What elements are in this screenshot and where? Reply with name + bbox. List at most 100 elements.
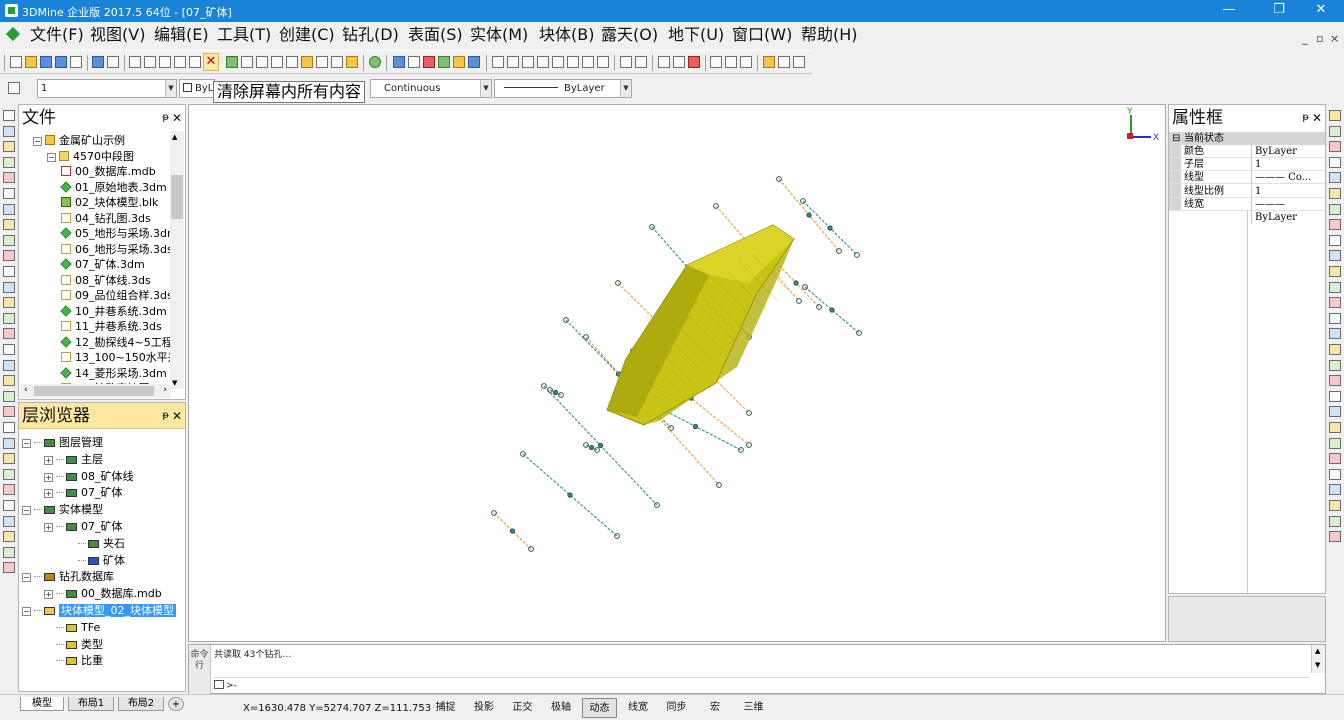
maximize-button[interactable]: ❐ — [1256, 0, 1302, 22]
modify-tool-icon[interactable] — [1329, 203, 1341, 215]
mdi-minimize-button[interactable]: _ — [1302, 32, 1308, 45]
command-input[interactable]: >- — [214, 677, 1309, 693]
property-row[interactable]: 线宽 ——— ByLayer — [1169, 197, 1325, 224]
layer-select[interactable]: 1 ▼ — [37, 79, 177, 98]
status-toggle-dynamic[interactable]: 动态 — [582, 698, 617, 718]
file-item[interactable]: 10_井巷系统.3dm — [60, 304, 167, 319]
menu-view[interactable]: 视图(V) — [90, 25, 145, 45]
collapse-icon[interactable]: − — [33, 137, 42, 146]
plot-icon[interactable] — [107, 56, 119, 68]
tab-layout1[interactable]: 布局1 — [68, 697, 114, 711]
menu-window[interactable]: 窗口(W) — [732, 25, 792, 45]
modify-tool-icon[interactable] — [1329, 406, 1341, 418]
modify-tool-icon[interactable] — [1329, 437, 1341, 449]
layer-lock-icon[interactable] — [740, 56, 752, 68]
property-section-header[interactable]: ⊟ 当前状态 — [1169, 132, 1325, 145]
file-item[interactable]: 04_钻孔图.3ds — [61, 211, 151, 226]
modify-tool-icon[interactable] — [1329, 234, 1341, 246]
add-layout-button[interactable]: + — [168, 697, 184, 711]
draw-tool-icon[interactable] — [3, 531, 15, 543]
layer-tree-item[interactable]: +00_数据库.mdb — [44, 586, 162, 601]
draw-tool-icon[interactable] — [3, 250, 15, 262]
modify-tool-icon[interactable] — [1329, 422, 1341, 433]
cross-icon[interactable] — [537, 56, 549, 68]
lineweight-select[interactable]: ByLayer ▼ — [494, 79, 632, 98]
zoom-window-icon[interactable] — [226, 56, 238, 68]
zoom-extents-icon[interactable] — [256, 56, 268, 68]
layers-icon[interactable] — [8, 82, 20, 94]
file-item[interactable]: 11_井巷系统.3ds — [61, 319, 162, 334]
expand-icon[interactable]: − — [22, 439, 31, 448]
clear-screen-button[interactable]: ✕ — [203, 53, 219, 71]
layer-tree-item[interactable]: − 实体模型 — [22, 502, 103, 517]
save-as-icon[interactable] — [55, 56, 67, 68]
tree-root-project[interactable]: − 金属矿山示例 — [33, 133, 125, 148]
property-row[interactable]: 子层 1 — [1169, 158, 1325, 172]
draw-tool-icon[interactable] — [3, 219, 15, 231]
move-icon[interactable] — [658, 56, 670, 68]
modify-tool-icon[interactable] — [1329, 266, 1341, 277]
undo-icon[interactable] — [129, 56, 141, 68]
status-toggle-snap[interactable]: 捕捉 — [428, 698, 463, 718]
help-icon[interactable] — [369, 56, 381, 68]
scene-canvas[interactable]: XY — [189, 105, 1165, 641]
vertical-scrollbar[interactable]: ▲ ▼ — [170, 131, 184, 389]
file-item[interactable]: 06_地形与采场.3ds — [61, 242, 173, 257]
draw-tool-icon[interactable] — [3, 172, 15, 184]
property-row[interactable]: 线型比例 1 — [1169, 184, 1325, 198]
layer-tree-item[interactable]: 矿体 — [78, 553, 125, 568]
light-icon[interactable] — [453, 56, 465, 68]
layer-tree-item[interactable]: 类型 — [56, 637, 103, 652]
tab-model[interactable]: 模型 — [20, 697, 64, 711]
status-toggle-macro[interactable]: 宏 — [698, 698, 733, 718]
close-icon[interactable]: ✕ — [172, 403, 182, 429]
expand-icon[interactable]: − — [22, 573, 31, 583]
status-toggle-polar[interactable]: 极轴 — [544, 698, 579, 718]
check-icon[interactable] — [635, 56, 647, 68]
view-top-icon[interactable] — [393, 56, 405, 68]
draw-tool-icon[interactable] — [3, 156, 15, 168]
mdi-close-button[interactable]: × — [1330, 32, 1339, 45]
modify-tool-icon[interactable] — [1329, 156, 1341, 168]
modify-tool-icon[interactable] — [1329, 188, 1341, 199]
expand-icon[interactable]: − — [22, 506, 31, 516]
file-item[interactable]: 08_矿体线.3ds — [61, 273, 151, 288]
highlight-icon[interactable] — [301, 56, 313, 68]
close-icon[interactable]: ✕ — [1312, 105, 1322, 131]
expand-icon[interactable]: + — [44, 472, 53, 482]
file-item[interactable]: 07_矿体.3dm — [60, 257, 145, 272]
modify-tool-icon[interactable] — [1329, 453, 1341, 465]
file-item[interactable]: 01_原始地表.3dm — [60, 180, 167, 195]
color-select[interactable]: ByL — [179, 79, 215, 98]
layer-tree-item[interactable]: − 块体模型_02_块体模型 — [22, 603, 176, 618]
draw-tool-icon[interactable] — [3, 390, 15, 402]
draw-tool-icon[interactable] — [3, 484, 15, 496]
menu-openpit[interactable]: 露天(O) — [601, 25, 658, 45]
file-item[interactable]: 02_块体模型.blk — [61, 195, 158, 210]
snap-point-icon[interactable] — [552, 56, 564, 68]
collapse-icon[interactable]: − — [47, 152, 56, 162]
draw-tool-icon[interactable] — [3, 406, 15, 418]
draw-tool-icon[interactable] — [3, 375, 15, 387]
print-preview-icon[interactable] — [70, 56, 82, 68]
modify-tool-icon[interactable] — [1329, 359, 1341, 371]
draw-tool-icon[interactable] — [3, 453, 15, 465]
layer-tree-item[interactable]: +07_矿体 — [44, 485, 123, 500]
print-icon[interactable] — [92, 56, 104, 68]
property-row[interactable]: 线型 ——— Co... — [1169, 171, 1325, 185]
modify-tool-icon[interactable] — [1329, 312, 1341, 324]
axis-icon[interactable] — [567, 56, 579, 68]
pin-icon[interactable]: ᵽ — [162, 403, 169, 429]
close-icon[interactable]: ✕ — [172, 105, 182, 131]
minimize-button[interactable]: — — [1206, 0, 1252, 22]
shade-icon[interactable] — [438, 56, 450, 68]
expand-icon[interactable]: − — [22, 607, 31, 616]
modify-tool-icon[interactable] — [1329, 219, 1341, 231]
draw-tool-icon[interactable] — [3, 312, 15, 324]
modify-tool-icon[interactable] — [1329, 250, 1341, 262]
paste-icon[interactable] — [189, 56, 201, 68]
layer-tree-item[interactable]: 比重 — [56, 653, 103, 668]
modify-tool-icon[interactable] — [1329, 328, 1341, 340]
pen-icon[interactable] — [346, 56, 358, 68]
draw-tool-icon[interactable] — [3, 203, 15, 215]
